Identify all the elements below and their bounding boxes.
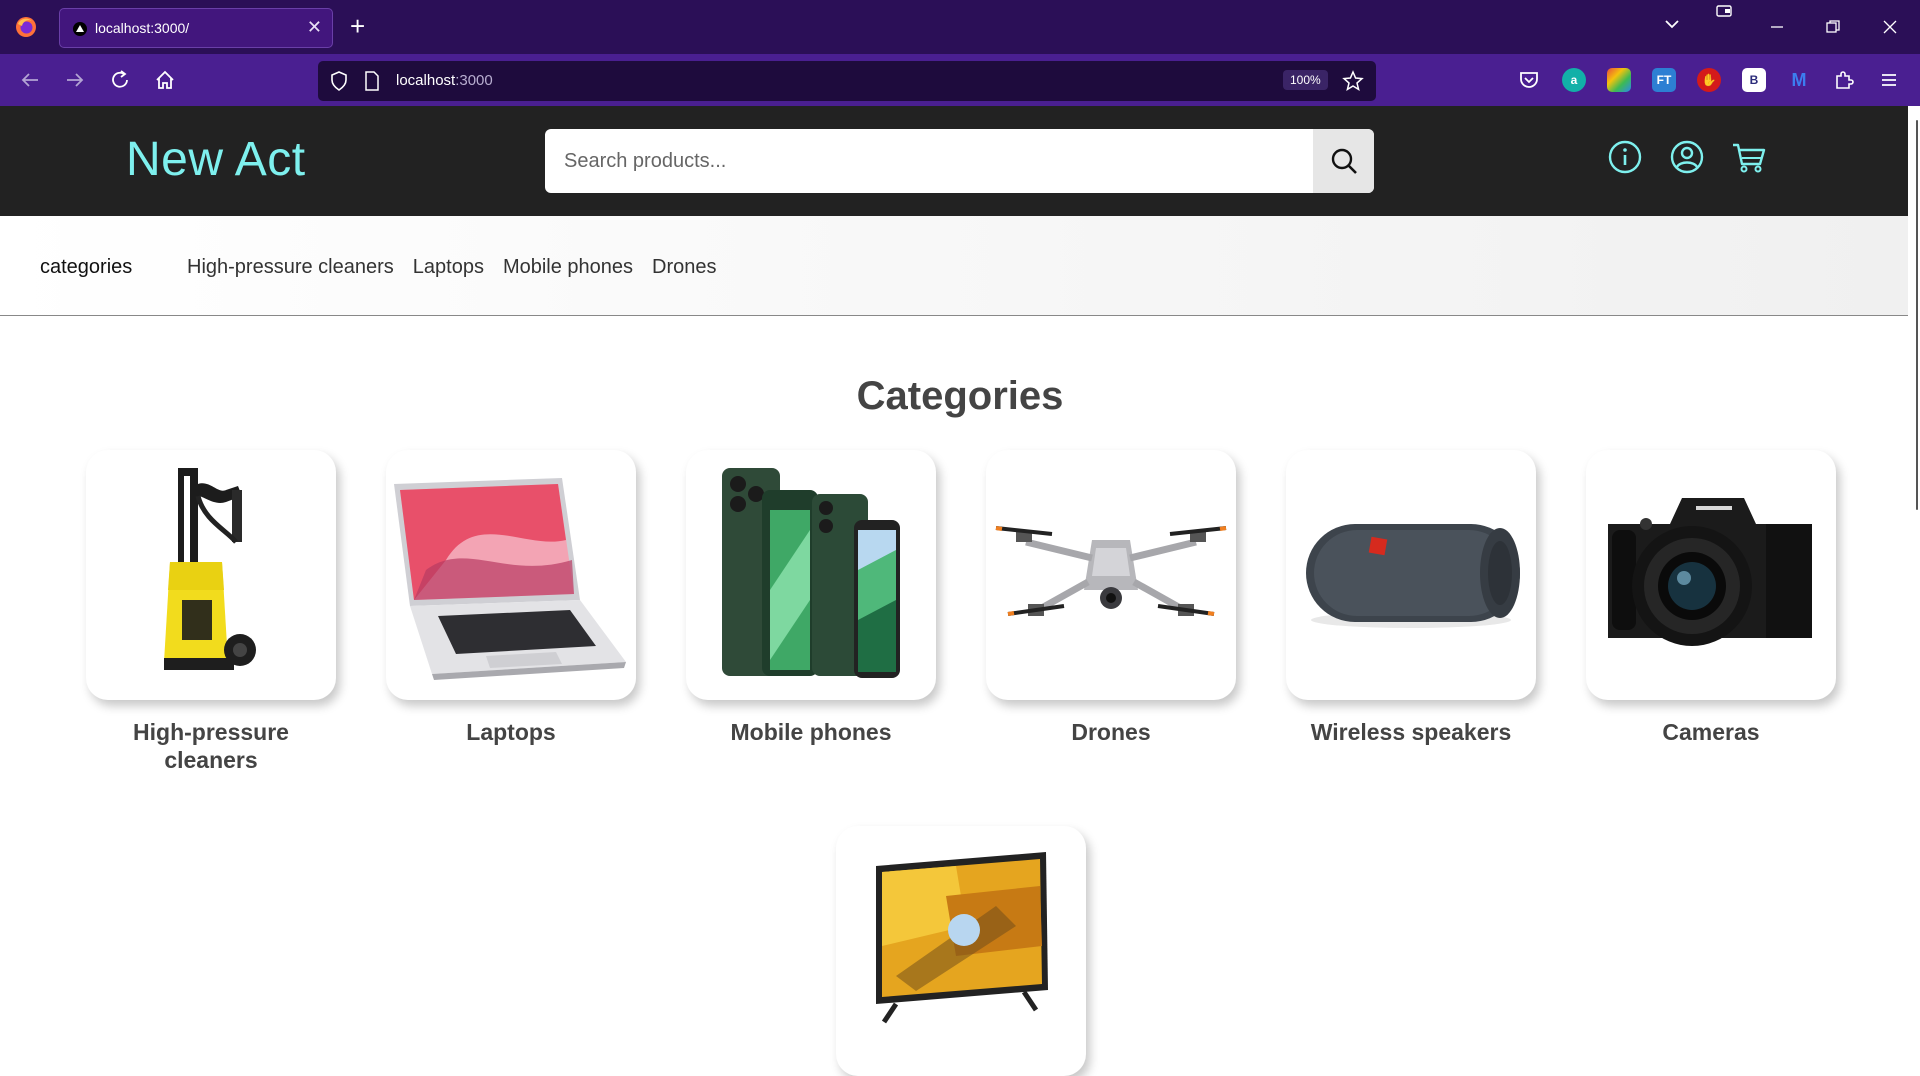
url-text[interactable]: localhost:3000 <box>396 72 493 89</box>
category-card-cameras[interactable] <box>1586 450 1836 700</box>
drone-image <box>995 526 1227 616</box>
amazon-assistant-icon[interactable]: a <box>1562 68 1586 92</box>
zoom-level-badge[interactable]: 100% <box>1283 70 1328 90</box>
page-info-icon[interactable] <box>364 71 380 91</box>
app-menu-icon[interactable] <box>1877 68 1901 92</box>
search-icon <box>1331 148 1357 174</box>
category-link-high-pressure-cleaners[interactable]: High-pressure cleaners <box>187 256 394 279</box>
category-card-high-pressure-cleaners[interactable] <box>86 450 336 700</box>
category-label[interactable]: Mobile phones <box>686 718 936 746</box>
tv-image <box>876 852 1048 1024</box>
category-links: High-pressure cleaners Laptops Mobile ph… <box>187 256 717 279</box>
minimize-icon[interactable] <box>1770 20 1784 34</box>
cart-icon[interactable] <box>1730 138 1768 176</box>
pocket-icon[interactable] <box>1517 68 1541 92</box>
category-label[interactable]: Wireless speakers <box>1286 718 1536 746</box>
tab-title: localhost:3000/ <box>95 20 190 36</box>
search-input[interactable] <box>545 129 1313 193</box>
account-icon[interactable] <box>1716 4 1732 18</box>
tab-favicon-icon <box>73 22 87 36</box>
category-link-laptops[interactable]: Laptops <box>413 256 484 279</box>
scrollbar-thumb[interactable] <box>1916 120 1918 510</box>
extensions-puzzle-icon[interactable] <box>1832 68 1856 92</box>
category-label[interactable]: Drones <box>986 718 1236 746</box>
tab-close-icon[interactable]: ✕ <box>307 17 322 38</box>
page-title: Categories <box>856 374 1064 418</box>
url-port: :3000 <box>455 72 493 89</box>
search-button[interactable] <box>1313 129 1374 193</box>
info-icon[interactable] <box>1606 138 1644 176</box>
site-header: New Act <box>0 106 1920 216</box>
close-window-icon[interactable] <box>1883 20 1897 34</box>
page-scrollbar[interactable] <box>1908 106 1920 1028</box>
category-card-wireless-speakers[interactable] <box>1286 450 1536 700</box>
home-icon[interactable] <box>151 66 179 94</box>
category-label[interactable]: Cameras <box>1586 718 1836 746</box>
laptop-image <box>394 478 626 680</box>
camera-image <box>1608 498 1812 646</box>
forward-icon[interactable] <box>61 66 89 94</box>
category-label[interactable]: High-pressure cleaners <box>86 718 336 774</box>
url-bar[interactable]: localhost:3000 100% <box>318 61 1376 101</box>
reload-icon[interactable] <box>106 66 134 94</box>
tracking-shield-icon[interactable] <box>330 71 348 91</box>
browser-tab-bar: localhost:3000/ ✕ + <box>0 0 1920 54</box>
back-icon[interactable] <box>16 66 44 94</box>
url-host: localhost <box>396 72 456 89</box>
search-bar <box>545 129 1374 193</box>
site-logo[interactable]: New Act <box>126 132 306 187</box>
category-link-mobile-phones[interactable]: Mobile phones <box>503 256 633 279</box>
b-extension-icon[interactable]: B <box>1742 68 1766 92</box>
m-extension-icon[interactable]: M <box>1787 68 1811 92</box>
tab-list-chevron-icon[interactable] <box>1664 18 1680 30</box>
adblock-icon[interactable]: ✋ <box>1697 68 1721 92</box>
new-tab-button[interactable]: + <box>350 12 365 40</box>
color-picker-extension-icon[interactable] <box>1607 68 1631 92</box>
phones-image <box>722 468 900 678</box>
user-icon[interactable] <box>1668 138 1706 176</box>
ft-extension-icon[interactable]: FT <box>1652 68 1676 92</box>
category-nav-title: categories <box>40 256 133 278</box>
pressure-washer-image <box>164 468 256 670</box>
category-card-drones[interactable] <box>986 450 1236 700</box>
restore-icon[interactable] <box>1826 20 1840 34</box>
firefox-icon[interactable] <box>14 15 38 39</box>
category-nav: categories High-pressure cleaners Laptop… <box>0 216 1920 316</box>
bookmark-star-icon[interactable] <box>1342 70 1364 92</box>
category-card-televisions[interactable] <box>836 826 1086 1076</box>
speaker-image <box>1306 524 1520 628</box>
category-card-mobile-phones[interactable] <box>686 450 936 700</box>
category-card-laptops[interactable] <box>386 450 636 700</box>
category-label[interactable]: Laptops <box>386 718 636 746</box>
category-link-drones[interactable]: Drones <box>652 256 716 279</box>
browser-tab[interactable]: localhost:3000/ ✕ <box>59 8 333 48</box>
